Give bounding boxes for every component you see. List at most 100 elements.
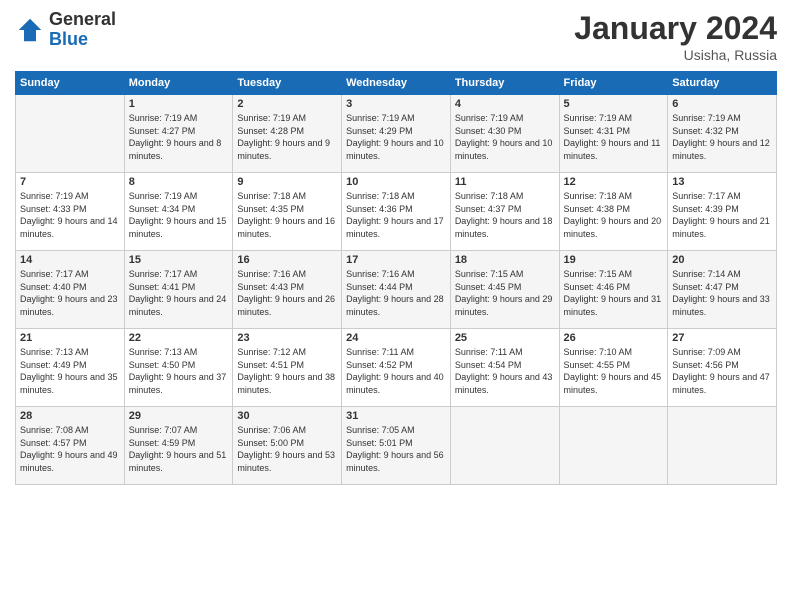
cell-info: Sunrise: 7:19 AMSunset: 4:30 PMDaylight:…	[455, 112, 555, 162]
table-row: 7Sunrise: 7:19 AMSunset: 4:33 PMDaylight…	[16, 173, 777, 251]
day-number: 6	[672, 98, 772, 110]
table-cell: 10Sunrise: 7:18 AMSunset: 4:36 PMDayligh…	[342, 173, 451, 251]
cell-info: Sunrise: 7:08 AMSunset: 4:57 PMDaylight:…	[20, 424, 120, 474]
logo: General Blue	[15, 10, 116, 50]
table-cell: 3 Sunrise: 7:19 AMSunset: 4:29 PMDaylight…	[342, 95, 451, 173]
month-title: January 2024	[574, 10, 777, 47]
table-cell: 4 Sunrise: 7:19 AMSunset: 4:30 PMDaylight…	[450, 95, 559, 173]
day-number: 24	[346, 332, 446, 344]
cell-info: Sunrise: 7:07 AMSunset: 4:59 PMDaylight:…	[129, 424, 229, 474]
cell-info: Sunrise: 7:12 AMSunset: 4:51 PMDaylight:…	[237, 346, 337, 396]
table-cell: 13Sunrise: 7:17 AMSunset: 4:39 PMDayligh…	[668, 173, 777, 251]
day-number: 30	[237, 410, 337, 422]
day-number: 16	[237, 254, 337, 266]
col-saturday: Saturday	[668, 72, 777, 95]
table-row: 21 Sunrise: 7:13 AMSunset: 4:49 PMDayligh…	[16, 329, 777, 407]
day-number: 4	[455, 98, 555, 110]
day-number: 31	[346, 410, 446, 422]
table-row: 28 Sunrise: 7:08 AMSunset: 4:57 PMDayligh…	[16, 407, 777, 485]
table-cell: 15 Sunrise: 7:17 AMSunset: 4:41 PMDayligh…	[124, 251, 233, 329]
day-number: 25	[455, 332, 555, 344]
table-cell: 24 Sunrise: 7:11 AMSunset: 4:52 PMDayligh…	[342, 329, 451, 407]
cell-info: Sunrise: 7:06 AMSunset: 5:00 PMDaylight:…	[237, 424, 337, 474]
table-cell: 28 Sunrise: 7:08 AMSunset: 4:57 PMDayligh…	[16, 407, 125, 485]
table-cell: 30 Sunrise: 7:06 AMSunset: 5:00 PMDayligh…	[233, 407, 342, 485]
day-number: 11	[455, 176, 555, 188]
table-cell: 16Sunrise: 7:16 AMSunset: 4:43 PMDayligh…	[233, 251, 342, 329]
cell-info: Sunrise: 7:19 AMSunset: 4:34 PMDaylight:…	[129, 190, 229, 240]
cell-info: Sunrise: 7:13 AMSunset: 4:50 PMDaylight:…	[129, 346, 229, 396]
col-monday: Monday	[124, 72, 233, 95]
table-cell: 18 Sunrise: 7:15 AMSunset: 4:45 PMDayligh…	[450, 251, 559, 329]
cell-info: Sunrise: 7:18 AMSunset: 4:37 PMDaylight:…	[455, 190, 555, 240]
table-cell: 29 Sunrise: 7:07 AMSunset: 4:59 PMDayligh…	[124, 407, 233, 485]
table-cell: 6 Sunrise: 7:19 AMSunset: 4:32 PMDaylight…	[668, 95, 777, 173]
table-cell	[668, 407, 777, 485]
table-cell: 23 Sunrise: 7:12 AMSunset: 4:51 PMDayligh…	[233, 329, 342, 407]
table-row: 1Sunrise: 7:19 AMSunset: 4:27 PMDaylight…	[16, 95, 777, 173]
day-number: 23	[237, 332, 337, 344]
day-number: 12	[564, 176, 664, 188]
day-number: 27	[672, 332, 772, 344]
day-number: 17	[346, 254, 446, 266]
table-cell: 21 Sunrise: 7:13 AMSunset: 4:49 PMDayligh…	[16, 329, 125, 407]
col-thursday: Thursday	[450, 72, 559, 95]
cell-info: Sunrise: 7:05 AMSunset: 5:01 PMDaylight:…	[346, 424, 446, 474]
col-tuesday: Tuesday	[233, 72, 342, 95]
col-friday: Friday	[559, 72, 668, 95]
day-number: 22	[129, 332, 229, 344]
day-number: 18	[455, 254, 555, 266]
day-number: 8	[129, 176, 229, 188]
cell-info: Sunrise: 7:18 AMSunset: 4:36 PMDaylight:…	[346, 190, 446, 240]
table-cell: 1Sunrise: 7:19 AMSunset: 4:27 PMDaylight…	[124, 95, 233, 173]
table-cell: 7Sunrise: 7:19 AMSunset: 4:33 PMDaylight…	[16, 173, 125, 251]
table-cell: 19Sunrise: 7:15 AMSunset: 4:46 PMDayligh…	[559, 251, 668, 329]
day-number: 9	[237, 176, 337, 188]
title-block: January 2024 Usisha, Russia	[574, 10, 777, 63]
table-cell	[16, 95, 125, 173]
day-number: 2	[237, 98, 337, 110]
logo-general-text: General	[49, 10, 116, 30]
cell-info: Sunrise: 7:19 AMSunset: 4:28 PMDaylight:…	[237, 112, 337, 162]
cell-info: Sunrise: 7:19 AMSunset: 4:32 PMDaylight:…	[672, 112, 772, 162]
table-cell: 14 Sunrise: 7:17 AMSunset: 4:40 PMDayligh…	[16, 251, 125, 329]
day-number: 5	[564, 98, 664, 110]
table-cell: 17Sunrise: 7:16 AMSunset: 4:44 PMDayligh…	[342, 251, 451, 329]
day-number: 29	[129, 410, 229, 422]
header: General Blue January 2024 Usisha, Russia	[15, 10, 777, 63]
table-cell: 5 Sunrise: 7:19 AMSunset: 4:31 PMDaylight…	[559, 95, 668, 173]
col-wednesday: Wednesday	[342, 72, 451, 95]
cell-info: Sunrise: 7:19 AMSunset: 4:29 PMDaylight:…	[346, 112, 446, 162]
logo-blue-text: Blue	[49, 30, 116, 50]
day-number: 1	[129, 98, 229, 110]
calendar-table: Sunday Monday Tuesday Wednesday Thursday…	[15, 71, 777, 485]
day-number: 21	[20, 332, 120, 344]
cell-info: Sunrise: 7:17 AMSunset: 4:40 PMDaylight:…	[20, 268, 120, 318]
cell-info: Sunrise: 7:17 AMSunset: 4:41 PMDaylight:…	[129, 268, 229, 318]
table-row: 14 Sunrise: 7:17 AMSunset: 4:40 PMDayligh…	[16, 251, 777, 329]
table-cell	[450, 407, 559, 485]
table-cell: 26Sunrise: 7:10 AMSunset: 4:55 PMDayligh…	[559, 329, 668, 407]
logo-text: General Blue	[49, 10, 116, 50]
logo-icon	[15, 15, 45, 45]
table-cell: 11 Sunrise: 7:18 AMSunset: 4:37 PMDayligh…	[450, 173, 559, 251]
cell-info: Sunrise: 7:15 AMSunset: 4:45 PMDaylight:…	[455, 268, 555, 318]
day-number: 26	[564, 332, 664, 344]
table-cell: 20Sunrise: 7:14 AMSunset: 4:47 PMDayligh…	[668, 251, 777, 329]
cell-info: Sunrise: 7:17 AMSunset: 4:39 PMDaylight:…	[672, 190, 772, 240]
cell-info: Sunrise: 7:19 AMSunset: 4:31 PMDaylight:…	[564, 112, 664, 162]
day-number: 14	[20, 254, 120, 266]
cell-info: Sunrise: 7:11 AMSunset: 4:52 PMDaylight:…	[346, 346, 446, 396]
location: Usisha, Russia	[574, 47, 777, 63]
cell-info: Sunrise: 7:18 AMSunset: 4:35 PMDaylight:…	[237, 190, 337, 240]
header-row: Sunday Monday Tuesday Wednesday Thursday…	[16, 72, 777, 95]
cell-info: Sunrise: 7:13 AMSunset: 4:49 PMDaylight:…	[20, 346, 120, 396]
cell-info: Sunrise: 7:18 AMSunset: 4:38 PMDaylight:…	[564, 190, 664, 240]
table-cell: 22 Sunrise: 7:13 AMSunset: 4:50 PMDayligh…	[124, 329, 233, 407]
day-number: 3	[346, 98, 446, 110]
day-number: 7	[20, 176, 120, 188]
day-number: 15	[129, 254, 229, 266]
table-cell: 8 Sunrise: 7:19 AMSunset: 4:34 PMDaylight…	[124, 173, 233, 251]
day-number: 28	[20, 410, 120, 422]
day-number: 20	[672, 254, 772, 266]
